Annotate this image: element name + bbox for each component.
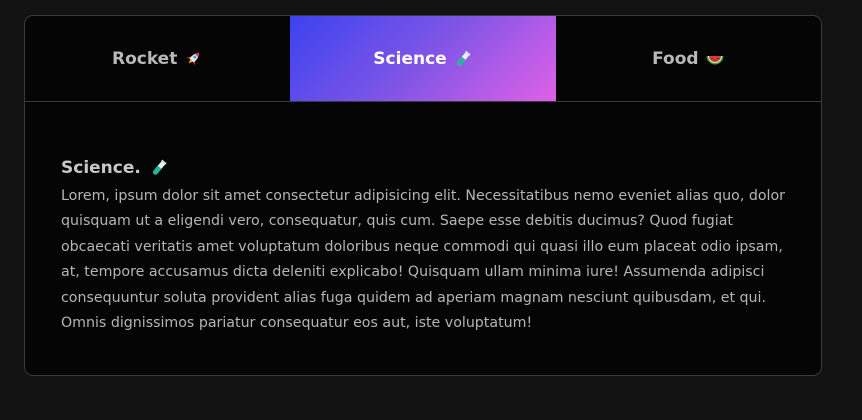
tab-science[interactable]: Science [290,16,556,101]
rocket-icon [183,49,203,69]
tab-label: Food [652,48,699,69]
test-tube-icon [149,158,169,178]
panel-body-text: Lorem, ipsum dolor sit amet consectetur … [61,188,785,332]
tab-food[interactable]: Food [556,16,821,101]
test-tube-icon [453,49,473,69]
panel-title: Science. [61,158,141,178]
tabs-card: Rocket Science Food Science. Lorem, ipsu… [24,15,822,376]
panel-heading: Science. [61,158,785,178]
watermelon-icon [705,49,725,69]
tab-label: Science [373,48,447,69]
tab-panel: Science. Lorem, ipsum dolor sit amet con… [25,102,821,336]
tab-label: Rocket [111,48,178,69]
tab-rocket[interactable]: Rocket [25,16,290,101]
tab-bar: Rocket Science Food [25,16,821,102]
